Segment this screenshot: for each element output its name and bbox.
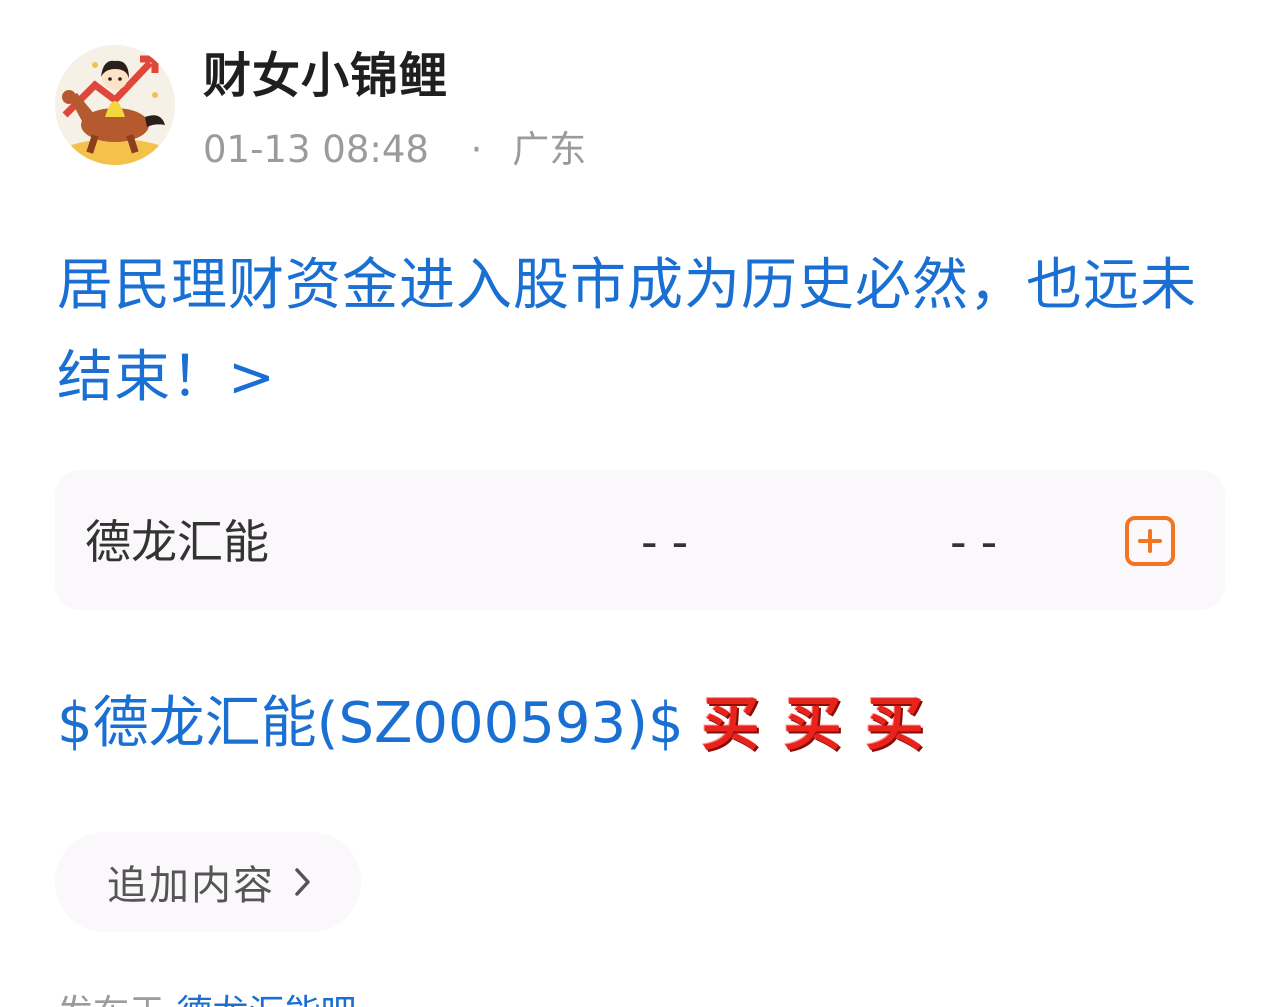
append-content-button[interactable]: 追加内容 [55, 832, 361, 932]
post-time: 01-13 08:48 [203, 128, 429, 171]
author-name[interactable]: 财女小锦鲤 [203, 46, 448, 106]
stock-mention-line: $德龙汇能(SZ000593)$ 买 买 买 [57, 684, 930, 764]
buy-emoji-icon: 买 [701, 690, 760, 758]
published-in: 发布于 德龙汇能吧 [57, 990, 356, 1007]
stock-card[interactable]: 德龙汇能 -- -- [55, 470, 1225, 610]
stock-name: 德龙汇能 [85, 515, 269, 569]
avatar-girl-riding-horse-icon [55, 45, 175, 165]
buy-emoji-icon: 买 [865, 690, 924, 758]
published-in-prefix: 发布于 [57, 993, 165, 1007]
meta-separator: · [470, 128, 483, 171]
topic-link[interactable]: 德龙汇能吧 [176, 993, 356, 1007]
append-content-label: 追加内容 [107, 863, 275, 909]
stock-change: -- [950, 515, 1012, 569]
chevron-right-icon [295, 868, 310, 896]
post-page: 财女小锦鲤 01-13 08:48 · 广东 居民理财资金进入股市成为历史必然，… [0, 0, 1280, 1007]
stock-mention-link[interactable]: $德龙汇能(SZ000593)$ [57, 684, 684, 764]
post-location: 广东 [512, 128, 587, 171]
post-meta: 01-13 08:48 · 广东 [203, 126, 586, 174]
buy-emoji-icon: 买 [783, 690, 842, 758]
add-watchlist-button[interactable] [1125, 516, 1175, 566]
author-avatar[interactable] [55, 45, 175, 165]
stock-price: -- [641, 515, 703, 569]
post-title-link[interactable]: 居民理财资金进入股市成为历史必然，也远未结束！> [57, 240, 1237, 424]
